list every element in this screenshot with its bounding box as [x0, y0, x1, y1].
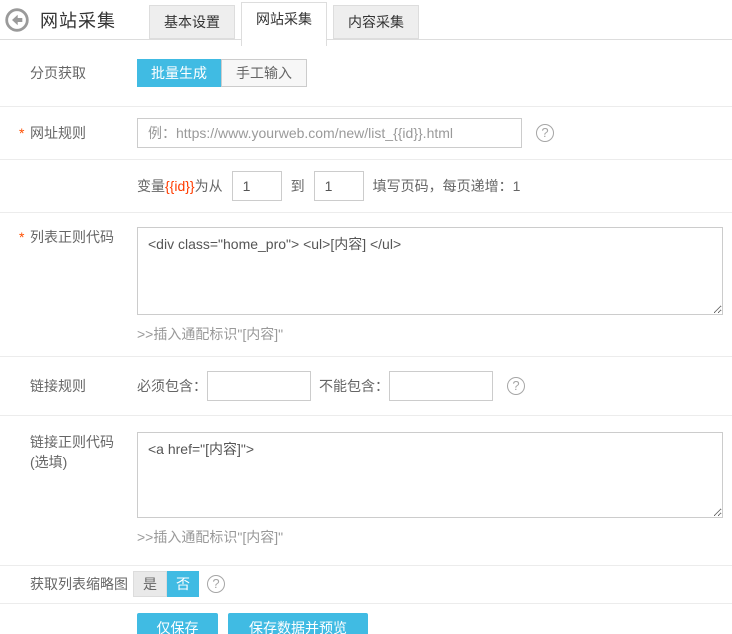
title-area: 网站采集: [0, 0, 116, 40]
tab-basic-settings[interactable]: 基本设置: [149, 5, 235, 39]
thumbnail-help-icon[interactable]: ?: [207, 575, 225, 593]
tab-site-collection[interactable]: 网站采集: [241, 2, 327, 46]
variable-id-token: {{id}}: [165, 178, 195, 194]
thumbnail-no-button[interactable]: 否: [167, 571, 199, 597]
url-rule-label: *网址规则: [0, 118, 137, 148]
list-regex-textarea[interactable]: <div class="home_pro"> <ul>[内容] </ul>: [137, 227, 723, 315]
save-and-preview-button[interactable]: 保存数据并预览: [228, 613, 368, 634]
not-contain-input[interactable]: [389, 371, 493, 401]
url-rule-input[interactable]: [137, 118, 522, 148]
variable-to-label: 到: [291, 176, 305, 196]
variable-text-suffix: 填写页码，每页递增：1: [373, 176, 521, 196]
pagination-label: 分页获取: [0, 59, 137, 87]
thumbnail-label: 获取列表缩略图: [0, 571, 133, 597]
row-link-rule: 链接规则 必须包含： 不能包含： ?: [0, 357, 732, 416]
must-contain-input[interactable]: [207, 371, 311, 401]
not-contain-label: 不能包含：: [319, 376, 389, 396]
page-from-input[interactable]: [232, 171, 282, 201]
back-arrow-icon: [5, 8, 29, 32]
pagination-manual-button[interactable]: 手工输入: [221, 59, 307, 87]
thumbnail-yes-button[interactable]: 是: [133, 571, 167, 597]
row-list-regex: *列表正则代码 <div class="home_pro"> <ul>[内容] …: [0, 213, 732, 357]
link-regex-insert-token-link[interactable]: >>插入通配标识"[内容]": [137, 527, 283, 547]
page-title: 网站采集: [40, 7, 116, 33]
must-contain-label: 必须包含：: [137, 376, 207, 396]
back-button[interactable]: [5, 8, 29, 32]
link-regex-optional-label: (选填): [30, 452, 137, 472]
link-regex-label: 链接正则代码 (选填): [0, 432, 137, 547]
pagination-batch-button[interactable]: 批量生成: [137, 59, 221, 87]
footer-actions: 仅保存 保存数据并预览: [0, 604, 732, 634]
list-regex-label: *列表正则代码: [0, 227, 137, 344]
site-collection-page: 网站采集 基本设置 网站采集 内容采集 分页获取 批量生成 手工输入 *网址规则…: [0, 0, 732, 634]
tab-content-collection[interactable]: 内容采集: [333, 5, 419, 39]
page-to-input[interactable]: [314, 171, 364, 201]
row-variable: 变量{{id}}为从 到 填写页码，每页递增：1: [0, 160, 732, 213]
link-rule-help-icon[interactable]: ?: [507, 377, 525, 395]
required-asterisk: *: [19, 227, 24, 247]
row-url-rule: *网址规则 ?: [0, 107, 732, 160]
link-rule-label: 链接规则: [0, 371, 137, 401]
link-regex-textarea[interactable]: <a href="[内容]">: [137, 432, 723, 518]
url-rule-help-icon[interactable]: ?: [536, 124, 554, 142]
save-only-button[interactable]: 仅保存: [137, 613, 218, 634]
list-regex-insert-token-link[interactable]: >>插入通配标识"[内容]": [137, 324, 283, 344]
header: 网站采集 基本设置 网站采集 内容采集: [0, 0, 732, 40]
tab-bar: 基本设置 网站采集 内容采集: [149, 0, 425, 39]
row-link-regex: 链接正则代码 (选填) <a href="[内容]"> >>插入通配标识"[内容…: [0, 416, 732, 566]
row-pagination: 分页获取 批量生成 手工输入: [0, 40, 732, 107]
required-asterisk: *: [19, 118, 24, 148]
row-thumbnail: 获取列表缩略图 是 否 ?: [0, 566, 732, 604]
variable-text-prefix: 变量{{id}}为从: [137, 176, 223, 196]
